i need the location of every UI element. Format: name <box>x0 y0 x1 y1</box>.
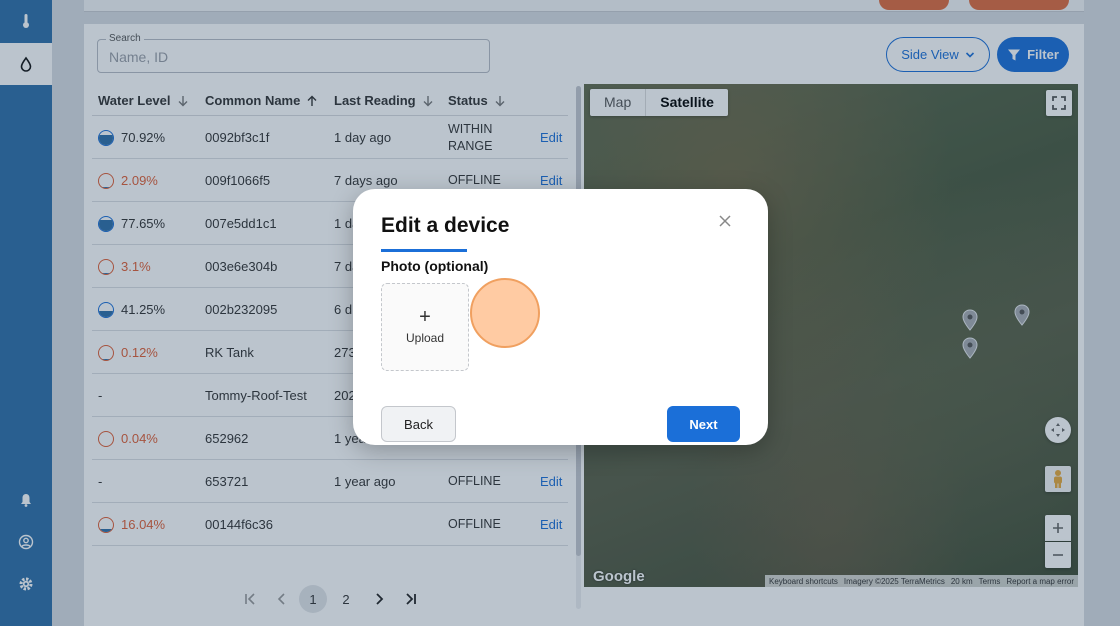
dialog-title: Edit a device <box>381 214 510 237</box>
next-button[interactable]: Next <box>667 406 740 442</box>
back-button[interactable]: Back <box>381 406 456 442</box>
upload-photo-button[interactable]: + Upload <box>381 283 469 371</box>
close-icon <box>719 215 731 227</box>
photo-label: Photo (optional) <box>381 258 489 274</box>
close-button[interactable] <box>715 211 735 231</box>
plus-icon: + <box>419 306 431 328</box>
step-indicator <box>381 249 467 252</box>
click-indicator <box>470 278 540 348</box>
upload-label: Upload <box>405 331 445 345</box>
edit-device-dialog: Edit a device Photo (optional) + Upload … <box>353 189 768 445</box>
